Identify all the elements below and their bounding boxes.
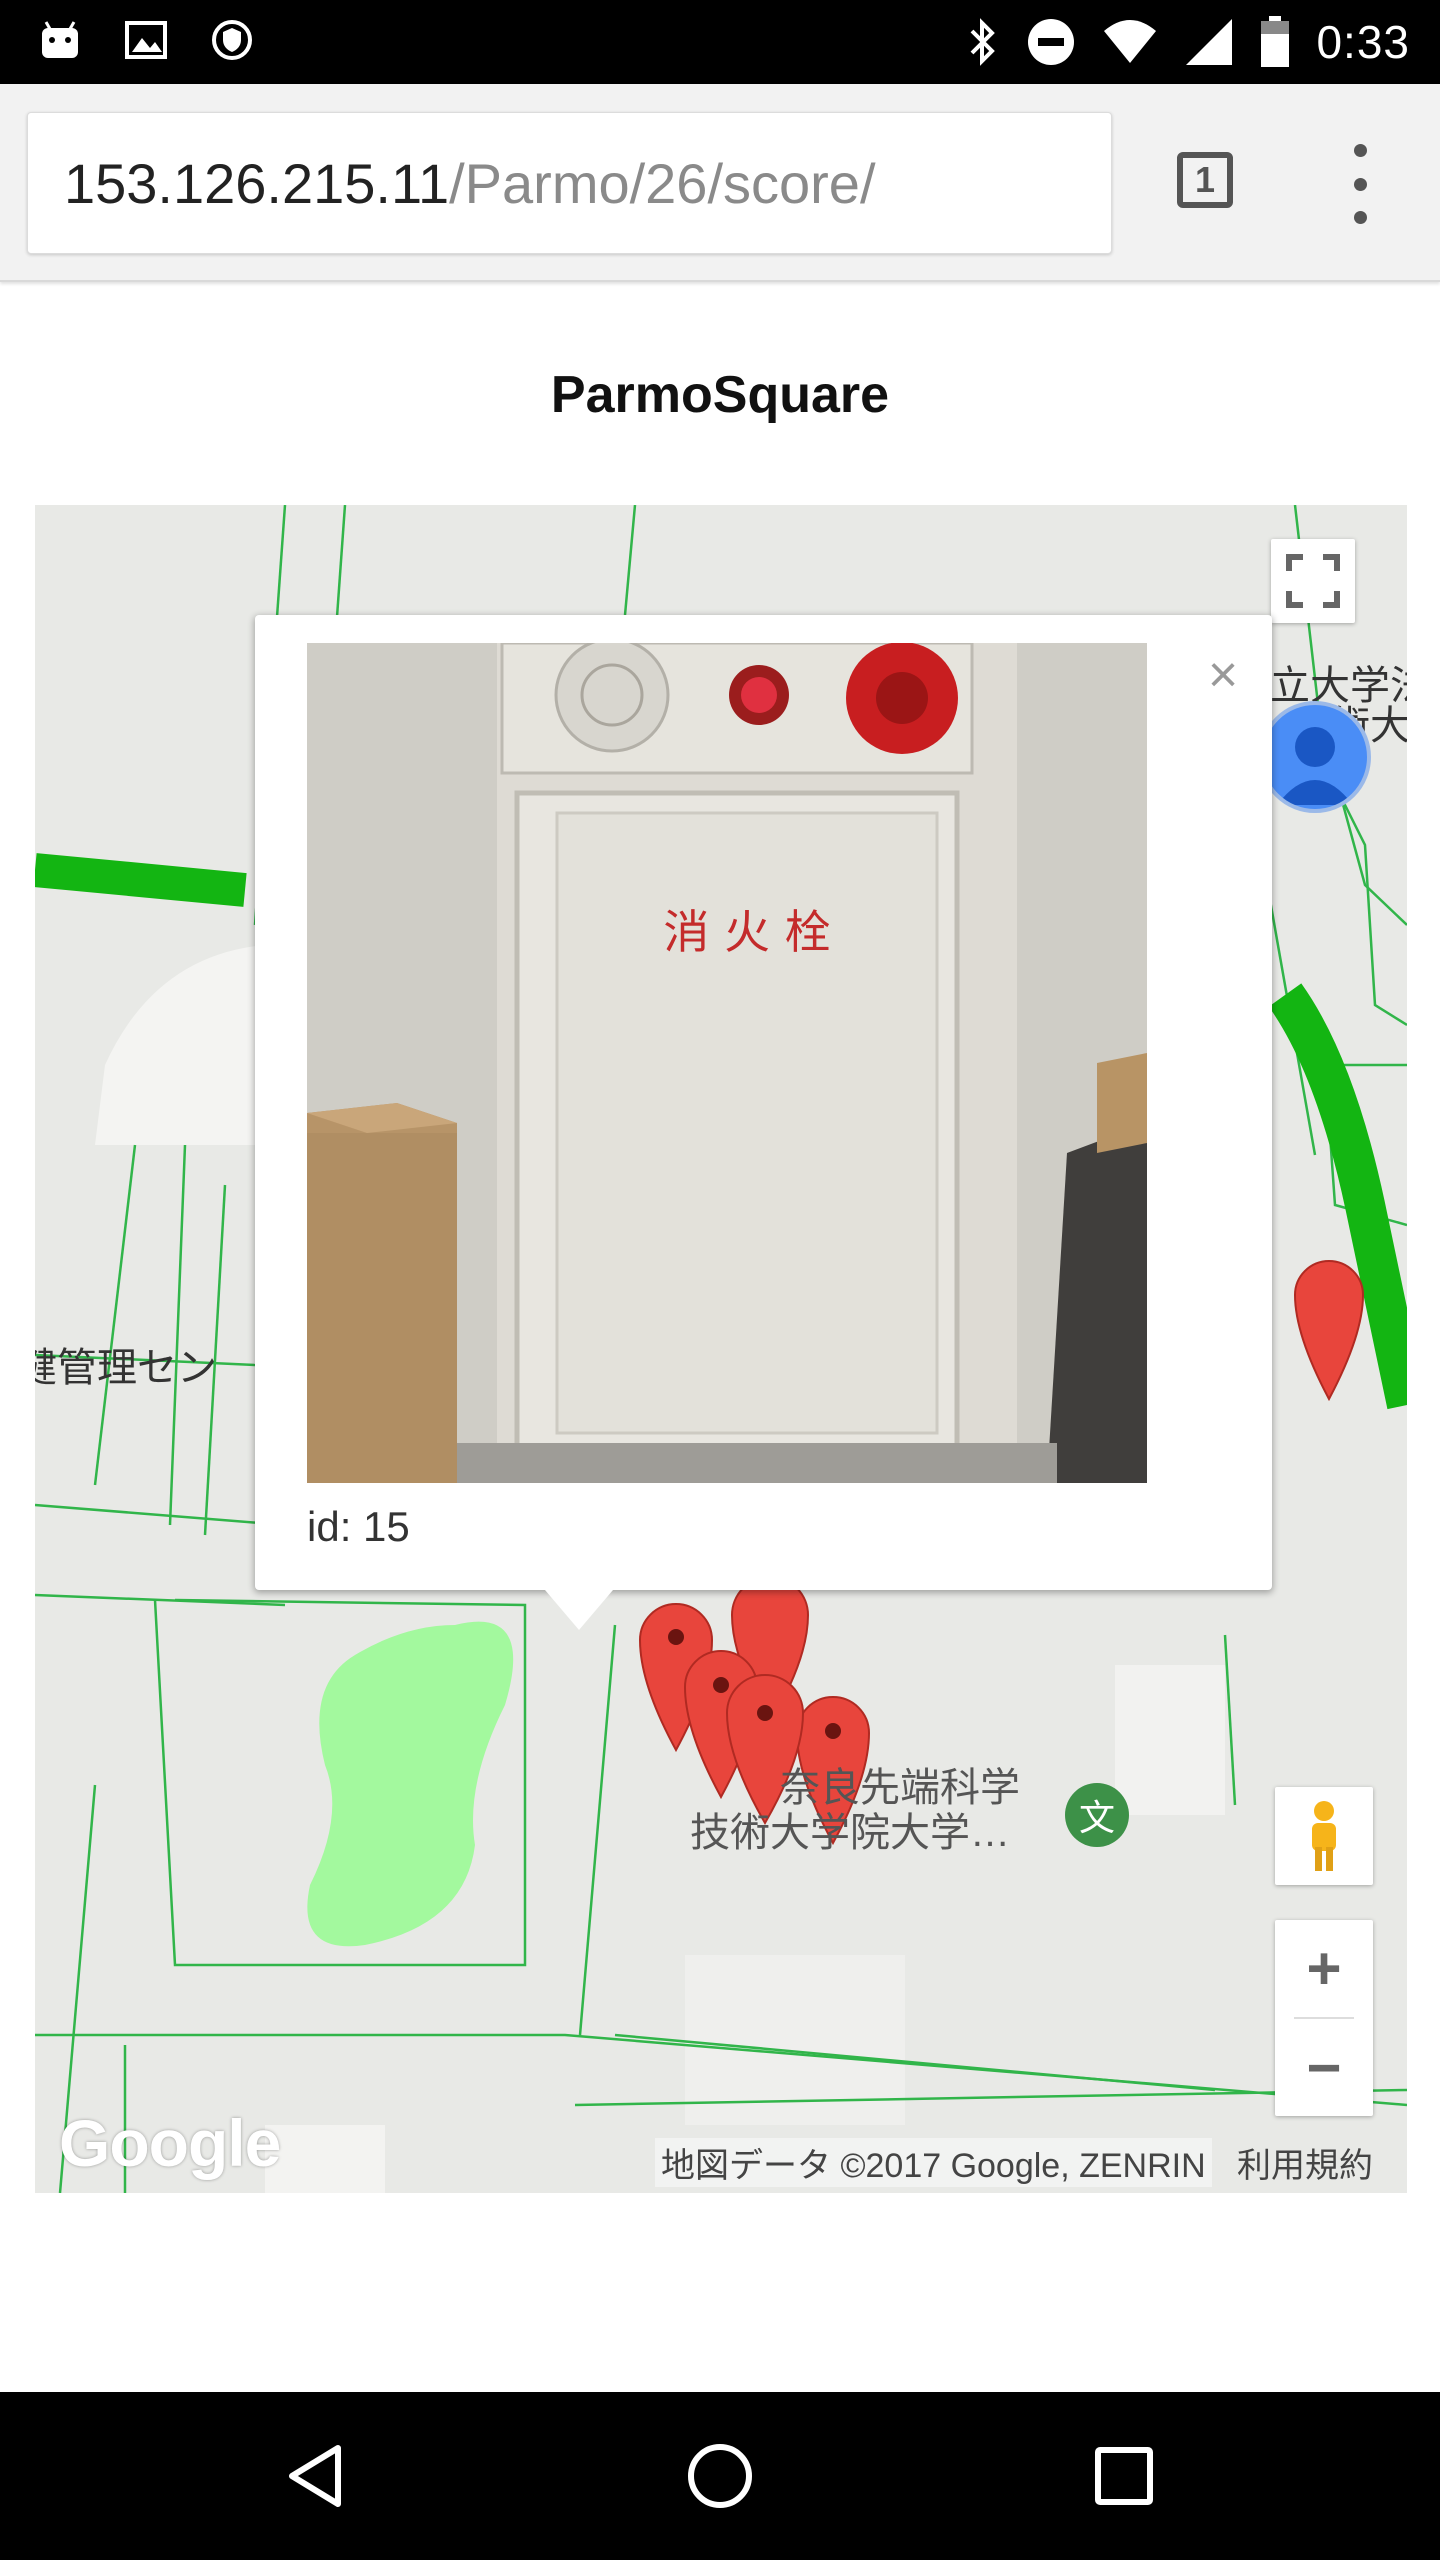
do-not-disturb-icon	[1028, 19, 1075, 65]
map-label-naist-line2: 技術大学院大学…	[690, 1811, 1010, 1855]
tab-switcher-button[interactable]: 1	[1177, 152, 1233, 208]
hydrant-photo: 消 火 栓	[307, 643, 1147, 1483]
marker-id-label: id: 15	[307, 1503, 410, 1550]
android-nav-bar	[0, 2392, 1440, 2560]
street-view-pegman-button[interactable]	[1275, 1787, 1373, 1885]
recents-icon[interactable]	[1094, 2446, 1154, 2506]
clock: 0:33	[1316, 16, 1410, 68]
hydrant-sign-text: 消 火 栓	[663, 905, 830, 959]
fullscreen-icon	[1286, 554, 1340, 608]
url-text: 153.126.215.11/Parmo/26/score/	[64, 151, 876, 216]
marker-info-window: × 消 火 栓 id: 15	[255, 615, 1272, 1590]
status-bar: 0:33	[0, 0, 1440, 84]
shield-icon	[212, 20, 252, 60]
signal-icon	[1186, 19, 1233, 65]
google-logo: Google	[59, 2106, 281, 2180]
zoom-controls: + −	[1275, 1920, 1373, 2116]
map[interactable]: 立大学法 術大 健管理セン 奈良先端科学 技術大学院大学… 文 + − Goog…	[35, 505, 1407, 2193]
pegman-icon	[1312, 1801, 1336, 1871]
close-icon[interactable]: ×	[1193, 645, 1253, 705]
browser-toolbar: 153.126.215.11/Parmo/26/score/ 1	[0, 84, 1440, 282]
image-icon	[125, 21, 167, 59]
android-icon	[42, 21, 78, 58]
url-path: /Parmo/26/score/	[449, 151, 876, 215]
zoom-out-button[interactable]: −	[1275, 2019, 1373, 2116]
battery-icon	[1261, 16, 1290, 67]
page-title: ParmoSquare	[550, 366, 890, 424]
hydrant-photo-image: 消 火 栓	[307, 643, 1147, 1483]
url-host: 153.126.215.11	[64, 151, 450, 215]
wifi-icon	[1104, 20, 1157, 63]
fullscreen-button[interactable]	[1271, 539, 1355, 623]
user-icon	[1277, 727, 1353, 805]
map-label-health-center: 健管理セン	[35, 1346, 217, 1390]
info-window-tail	[545, 1590, 613, 1630]
overflow-menu-icon[interactable]	[1340, 144, 1380, 224]
school-icon[interactable]: 文	[1065, 1783, 1129, 1847]
zoom-in-button[interactable]: +	[1275, 1920, 1373, 2017]
map-copyright: 地図データ ©2017 Google, ZENRIN	[655, 2138, 1212, 2187]
back-icon[interactable]	[284, 2444, 348, 2508]
bluetooth-icon	[971, 18, 996, 66]
terms-link[interactable]: 利用規約	[1237, 2138, 1373, 2187]
home-icon[interactable]	[686, 2442, 754, 2510]
user-avatar-button[interactable]	[1259, 701, 1371, 813]
url-bar[interactable]: 153.126.215.11/Parmo/26/score/	[27, 112, 1112, 254]
